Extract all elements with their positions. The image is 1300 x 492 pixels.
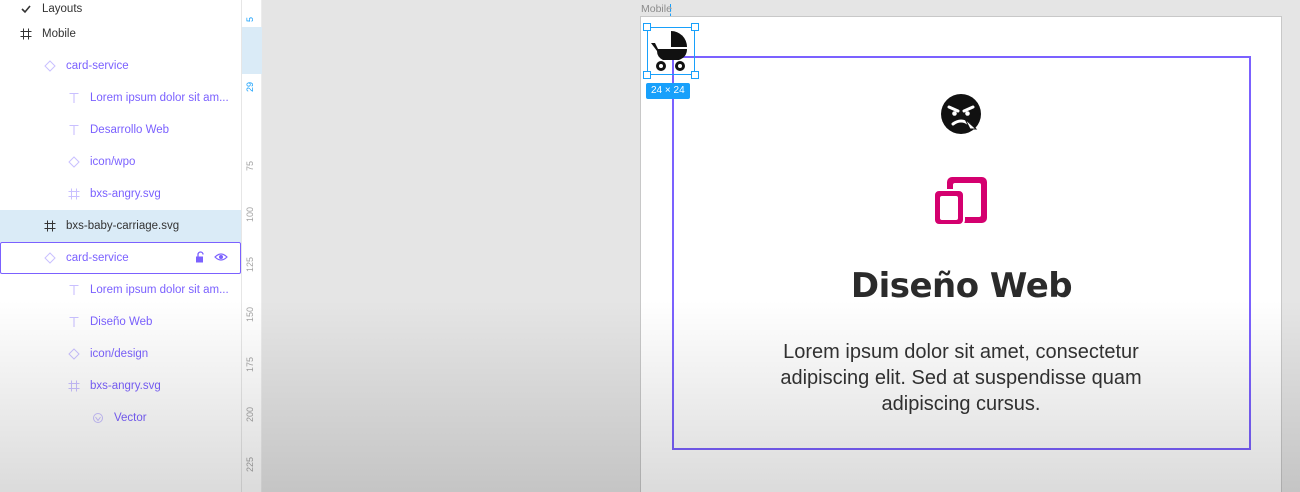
ruler-selection-highlight (242, 27, 262, 74)
frame-icon (66, 186, 82, 202)
layer-row-icon-design[interactable]: icon/design (0, 338, 241, 370)
resize-handle-top-left[interactable] (643, 23, 651, 31)
layers-panel: Layouts Mobile card-service Lorem ipsum … (0, 0, 242, 492)
vertical-ruler[interactable]: 5 29 75 100 125 150 175 200 225 (242, 0, 262, 492)
component-instance-icon (66, 346, 82, 362)
frame-label[interactable]: Mobile (641, 3, 672, 15)
angry-face-icon[interactable] (940, 93, 982, 135)
check-icon[interactable] (18, 1, 34, 17)
selection-size-badge: 24 × 24 (646, 83, 690, 99)
ruler-tick: 175 (245, 356, 255, 372)
layer-row-diseno-web[interactable]: Diseño Web (0, 306, 241, 338)
layer-label: bxs-baby-carriage.svg (66, 220, 180, 232)
card-description[interactable]: Lorem ipsum dolor sit amet, consectetur … (745, 339, 1177, 417)
layer-label: card-service (66, 252, 129, 264)
layer-label: icon/wpo (90, 156, 136, 168)
text-icon (66, 90, 82, 106)
ruler-tick: 29 (245, 81, 255, 92)
layer-label: Mobile (42, 28, 76, 40)
layer-label: icon/design (90, 348, 149, 360)
component-instance-icon (42, 58, 58, 74)
layer-row-desarrollo-web[interactable]: Desarrollo Web (0, 114, 241, 146)
ruler-tick: 125 (245, 256, 255, 272)
text-icon (66, 122, 82, 138)
layer-row-card-service[interactable]: card-service (0, 50, 241, 82)
resize-handle-bottom-left[interactable] (643, 71, 651, 79)
text-icon (66, 282, 82, 298)
layer-row-bxs-angry-2[interactable]: bxs-angry.svg (0, 370, 241, 402)
design-devices-icon[interactable] (933, 176, 989, 226)
frame-icon (18, 26, 34, 42)
layer-row-icon-wpo[interactable]: icon/wpo (0, 146, 241, 178)
layer-row-lorem[interactable]: Lorem ipsum dolor sit am... (0, 82, 241, 114)
layer-row-lorem-2[interactable]: Lorem ipsum dolor sit am... (0, 274, 241, 306)
layer-label: Desarrollo Web (90, 124, 170, 136)
layer-label: bxs-angry.svg (90, 188, 161, 200)
card-title[interactable]: Diseño Web (672, 266, 1251, 306)
unlock-icon[interactable] (195, 251, 206, 266)
layer-row-tools (195, 251, 228, 266)
vector-icon (90, 410, 106, 426)
layer-row-bxs-angry[interactable]: bxs-angry.svg (0, 178, 241, 210)
layer-row-card-service-2[interactable]: card-service (0, 242, 241, 274)
layer-label: Diseño Web (90, 316, 153, 328)
frame-icon (42, 218, 58, 234)
layer-label: Lorem ipsum dolor sit am... (90, 92, 229, 104)
frame-icon (66, 378, 82, 394)
layer-label: bxs-angry.svg (90, 380, 161, 392)
eye-icon[interactable] (214, 252, 228, 265)
resize-handle-top-right[interactable] (691, 23, 699, 31)
layer-label: Vector (114, 412, 147, 424)
ruler-tick: 150 (245, 306, 255, 322)
layer-label: Lorem ipsum dolor sit am... (90, 284, 229, 296)
text-icon (66, 314, 82, 330)
ruler-tick: 5 (245, 16, 255, 22)
layer-row-mobile[interactable]: Mobile (0, 18, 241, 50)
layer-label: Layouts (42, 3, 83, 15)
ruler-tick: 75 (245, 160, 255, 171)
layer-row-vector[interactable]: Vector (0, 402, 241, 434)
ruler-tick: 225 (245, 456, 255, 472)
ruler-tick: 100 (245, 206, 255, 222)
component-instance-icon (66, 154, 82, 170)
layer-label: card-service (66, 60, 129, 72)
resize-handle-bottom-right[interactable] (691, 71, 699, 79)
selection-box[interactable] (647, 27, 695, 75)
ruler-tick: 200 (245, 406, 255, 422)
layer-row-bxs-baby-carriage[interactable]: bxs-baby-carriage.svg (0, 210, 241, 242)
component-instance-icon (42, 250, 58, 266)
